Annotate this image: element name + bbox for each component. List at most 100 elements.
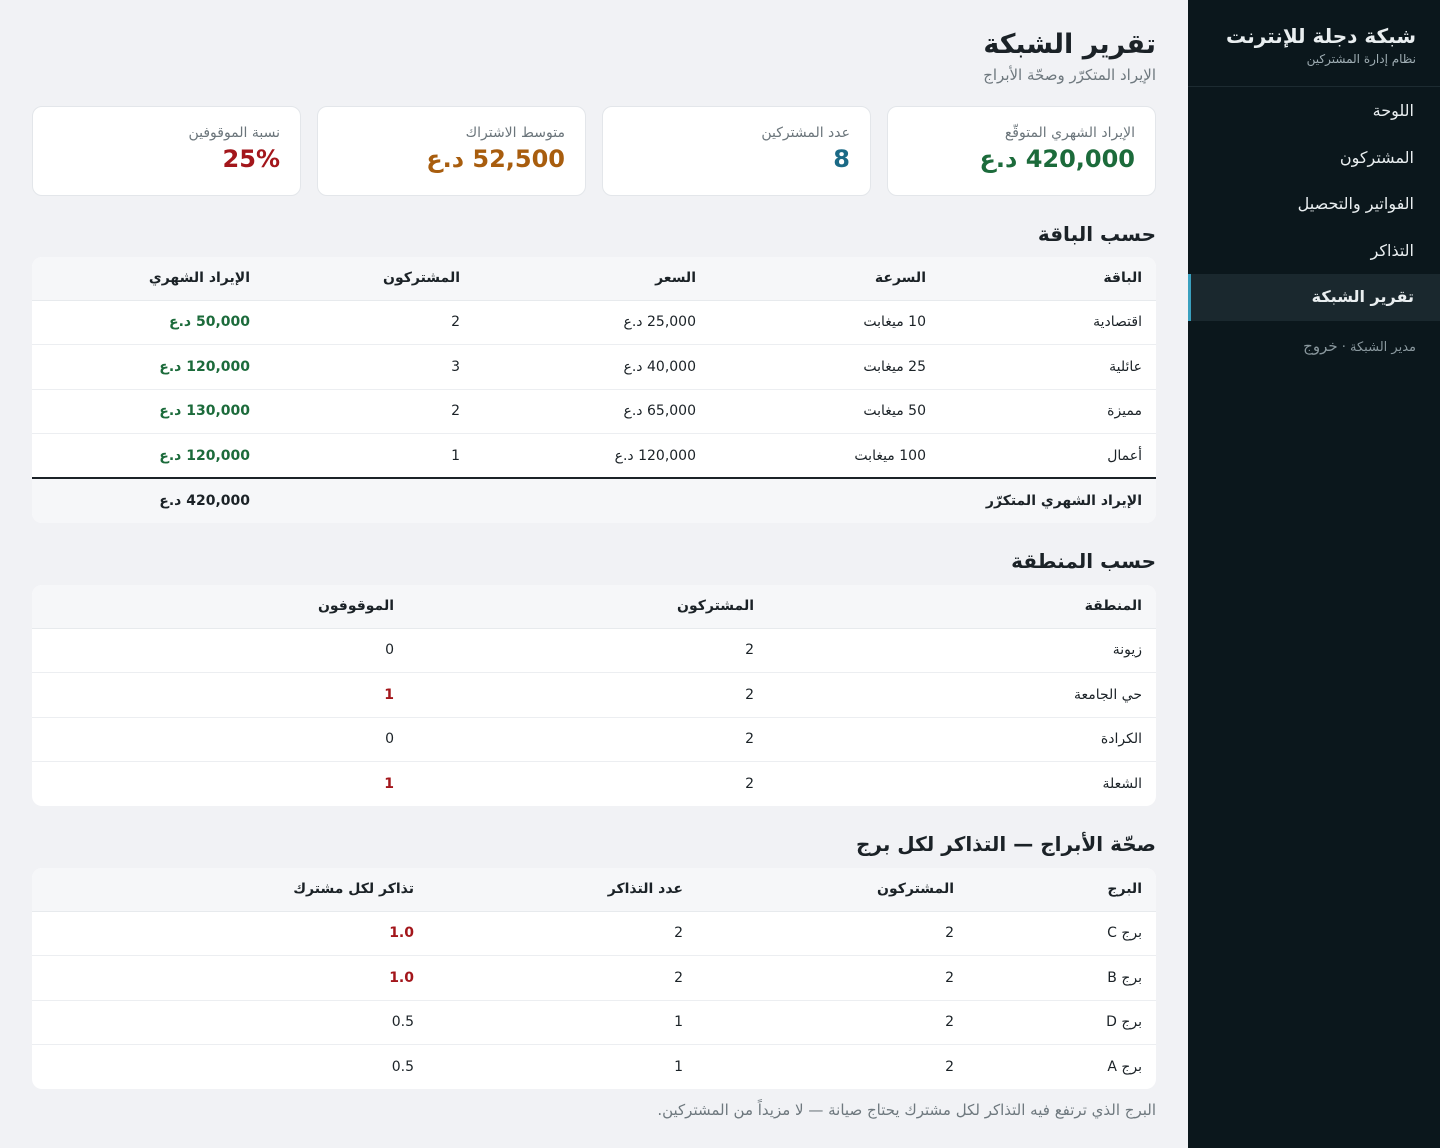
table-row: الكرادة 2 0 [32, 717, 1156, 762]
tower-subscribers: 2 [683, 1000, 954, 1045]
table-header-row: المنطقة المشتركون الموقوفون [32, 585, 1156, 629]
plan-revenue: 130,000 د.ع [32, 389, 250, 434]
tower-tickets-per-subscriber: 0.5 [32, 1000, 414, 1045]
page-title: تقرير الشبكة [983, 29, 1156, 60]
tower-subscribers: 2 [683, 911, 954, 956]
table-total-row: الإيراد الشهري المتكرّر 420,000 د.ع [32, 477, 1156, 523]
region-name: زيونة [754, 628, 1156, 673]
page-subtitle: الإيراد المتكرّر وصحّة الأبراج [983, 66, 1156, 84]
region-name: الشعلة [1102, 776, 1142, 792]
sidebar-item-dashboard[interactable]: اللوحة [1188, 88, 1440, 135]
tower-name: برج B [954, 955, 1156, 1001]
plan-name: مميزة [926, 389, 1156, 434]
plans-section-title: حسب الباقة [1037, 222, 1156, 246]
plan-subscribers: 1 [451, 447, 460, 464]
table-header-row: الباقة السرعة السعر المشتركون الإيراد ال… [32, 257, 1156, 301]
tower-name: برج C [954, 911, 1156, 956]
table-row: مميزة 50 ميغابت 65,000 د.ع 2 130,000 د.ع [32, 389, 1156, 434]
tower-tickets-per-subscriber: 0.5 [391, 1059, 414, 1075]
table-row: الشعلة 2 1 [32, 762, 1156, 807]
plan-speed: 10 ميغابت [696, 300, 926, 345]
towers-section-title: صحّة الأبراج — التذاكر لكل برج [855, 832, 1156, 856]
tower-tickets-per-subscriber: 1.0 [32, 911, 414, 956]
sidebar-item-billing[interactable]: الفواتير والتحصيل [1188, 181, 1440, 228]
table-row: زيونة 2 0 [32, 628, 1156, 673]
stat-cards: الإيراد الشهري المتوقّع 420,000 د.ع عدد … [32, 106, 1156, 196]
region-name: الكرادة [754, 717, 1156, 762]
plan-revenue: 120,000 د.ع [32, 344, 250, 390]
stat-value: 52,500 د.ع [426, 145, 565, 173]
plan-name: اقتصادية [926, 300, 1156, 345]
plan-revenue: 50,000 د.ع [32, 300, 250, 345]
column-header: المشتركون [683, 868, 954, 912]
plan-revenue: 120,000 د.ع [159, 447, 250, 464]
stat-label: الإيراد الشهري المتوقّع [1004, 125, 1135, 141]
stat-card-subscriber-count: عدد المشتركين 8 [602, 106, 871, 196]
region-suspended: 1 [384, 776, 394, 792]
main-content: تقرير الشبكة الإيراد المتكرّر وصحّة الأب… [32, 0, 1156, 1119]
region-suspended: 1 [32, 672, 394, 718]
stat-card-average-subscription: متوسط الاشتراك 52,500 د.ع [317, 106, 586, 196]
sidebar-item-network-report[interactable]: تقرير الشبكة [1188, 274, 1440, 321]
column-header: الإيراد الشهري [32, 257, 250, 301]
stat-label: عدد المشتركين [761, 125, 850, 141]
table-row: أعمال 100 ميغابت 120,000 د.ع 1 120,000 د… [32, 434, 1156, 479]
region-subscribers: 2 [394, 672, 754, 718]
plans-table: الباقة السرعة السعر المشتركون الإيراد ال… [32, 257, 1156, 523]
plan-price: 25,000 د.ع [460, 300, 696, 345]
plan-subscribers: 3 [250, 344, 460, 390]
plan-price: 65,000 د.ع [460, 389, 696, 434]
tower-name: برج A [1107, 1059, 1142, 1075]
tower-tickets: 2 [414, 955, 683, 1001]
tower-tickets: 1 [674, 1059, 683, 1075]
region-suspended: 0 [32, 717, 394, 762]
column-header: السرعة [696, 257, 926, 301]
plan-speed: 25 ميغابت [696, 344, 926, 390]
stat-value: 25% [222, 145, 280, 173]
column-header: المشتركون [394, 585, 754, 629]
tower-tickets: 2 [414, 911, 683, 956]
total-label: الإيراد الشهري المتكرّر [250, 477, 1156, 523]
brand-title: شبكة دجلة للإنترنت [1226, 24, 1416, 48]
stat-value: 8 [833, 145, 850, 173]
tower-subscribers: 2 [683, 955, 954, 1001]
tower-tickets-per-subscriber: 1.0 [32, 955, 414, 1001]
column-header: عدد التذاكر [414, 868, 683, 912]
region-subscribers: 2 [394, 717, 754, 762]
user-role: مدير الشبكة · [1337, 339, 1416, 355]
region-suspended: 0 [32, 628, 394, 673]
logout-link[interactable]: خروج [1303, 337, 1337, 355]
sidebar-item-subscribers[interactable]: المشتركون [1188, 135, 1440, 182]
plan-speed: 50 ميغابت [696, 389, 926, 434]
brand: شبكة دجلة للإنترنت نظام إدارة المشتركين [1188, 0, 1440, 87]
regions-table: المنطقة المشتركون الموقوفون زيونة 2 0 حي… [32, 585, 1156, 806]
plan-name: أعمال [1107, 447, 1142, 464]
plan-speed: 100 ميغابت [854, 447, 926, 464]
table-row: اقتصادية 10 ميغابت 25,000 د.ع 2 50,000 د… [32, 300, 1156, 345]
table-header-row: البرج المشتركون عدد التذاكر تذاكر لكل مش… [32, 868, 1156, 912]
column-header: البرج [954, 868, 1156, 912]
towers-note: البرج الذي ترتفع فيه التذاكر لكل مشترك ي… [657, 1101, 1156, 1119]
sidebar-user: مدير الشبكة · خروج [1188, 321, 1440, 355]
table-row: برج A 2 1 0.5 [32, 1045, 1156, 1090]
sidebar-item-tickets[interactable]: التذاكر [1188, 228, 1440, 275]
table-row: برج D 2 1 0.5 [32, 1000, 1156, 1045]
sidebar-nav: اللوحة المشتركون الفواتير والتحصيل التذا… [1188, 88, 1440, 321]
column-header: المنطقة [754, 585, 1156, 629]
region-subscribers: 2 [745, 776, 754, 792]
column-header: الموقوفون [32, 585, 394, 629]
plan-price: 40,000 د.ع [460, 344, 696, 390]
column-header: تذاكر لكل مشترك [32, 868, 414, 912]
sidebar: شبكة دجلة للإنترنت نظام إدارة المشتركين … [1188, 0, 1440, 1148]
plan-name: عائلية [926, 344, 1156, 390]
column-header: السعر [460, 257, 696, 301]
stat-card-suspended-ratio: نسبة الموقوفين 25% [32, 106, 301, 196]
towers-table: البرج المشتركون عدد التذاكر تذاكر لكل مش… [32, 868, 1156, 1089]
total-value: 420,000 د.ع [32, 477, 250, 523]
region-subscribers: 2 [394, 628, 754, 673]
regions-section-title: حسب المنطقة [1011, 549, 1156, 573]
region-name: حي الجامعة [754, 672, 1156, 718]
brand-subtitle: نظام إدارة المشتركين [1306, 52, 1416, 66]
tower-name: برج D [954, 1000, 1156, 1045]
stat-card-expected-revenue: الإيراد الشهري المتوقّع 420,000 د.ع [887, 106, 1156, 196]
